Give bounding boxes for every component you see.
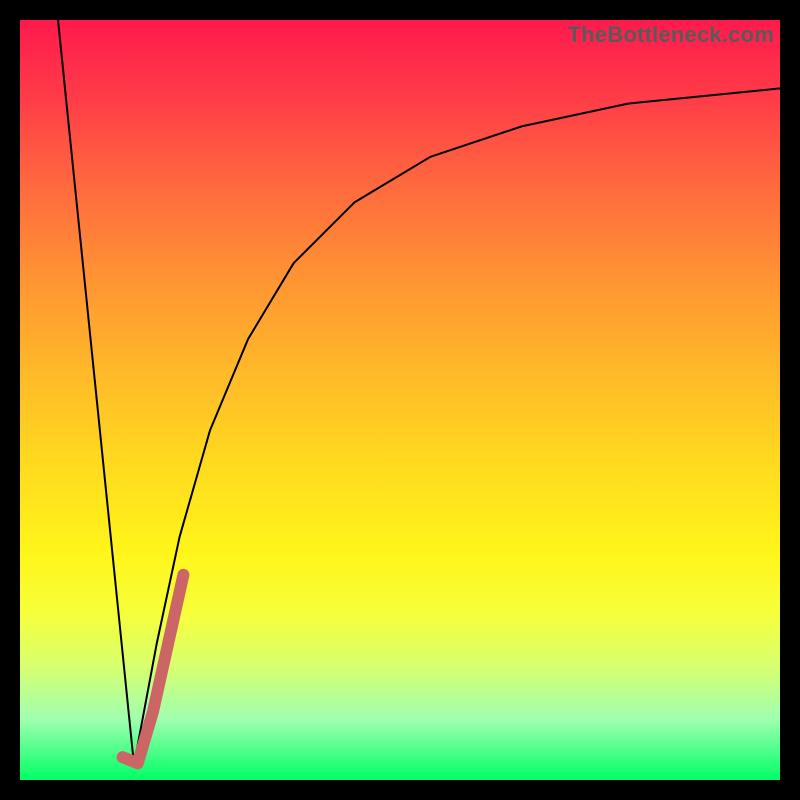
chart-frame: TheBottleneck.com bbox=[0, 0, 800, 800]
chart-svg bbox=[20, 20, 780, 780]
plot-area: TheBottleneck.com bbox=[20, 20, 780, 780]
series-left-descent bbox=[58, 20, 134, 765]
series-right-curve bbox=[134, 88, 780, 764]
